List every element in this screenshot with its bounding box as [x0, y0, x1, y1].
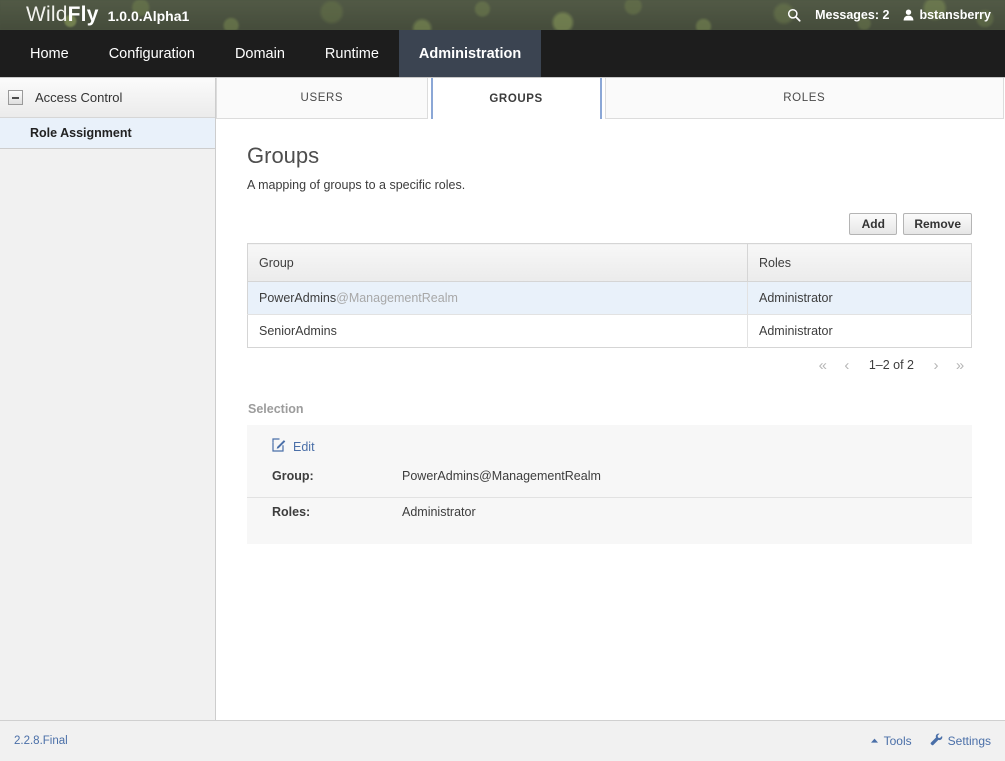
sidebar-section-label: Access Control — [35, 90, 122, 105]
brand-logo[interactable]: WildFly 1.0.0.Alpha1 — [0, 3, 189, 27]
settings-label: Settings — [948, 734, 991, 748]
cell-roles: Administrator — [748, 315, 972, 348]
table-toolbar: Add Remove — [247, 213, 972, 235]
table-body: PowerAdmins@ManagementRealm Administrato… — [248, 282, 972, 348]
content-area: USERS GROUPS ROLES Groups A mapping of g… — [216, 78, 1005, 720]
tab-bar: USERS GROUPS ROLES — [216, 78, 1005, 119]
top-header: WildFly 1.0.0.Alpha1 Messages: 2 — [0, 0, 1005, 30]
selection-title: Selection — [248, 402, 972, 416]
group-name-text: PowerAdmins — [259, 291, 336, 305]
main-navigation: Home Configuration Domain Runtime Admini… — [0, 30, 1005, 78]
footer: 2.2.8.Final Tools Settings — [0, 720, 1005, 761]
nav-item-configuration[interactable]: Configuration — [89, 30, 215, 77]
detail-label-group: Group: — [272, 469, 402, 483]
pagination-label: 1–2 of 2 — [861, 358, 922, 372]
footer-version-link[interactable]: 2.2.8.Final — [14, 735, 68, 747]
user-icon — [903, 9, 914, 21]
tools-label: Tools — [884, 734, 912, 748]
messages-button[interactable]: Messages: 2 — [815, 8, 889, 22]
pagination-last-button[interactable]: » — [950, 355, 970, 375]
table-row[interactable]: SeniorAdmins Administrator — [248, 315, 972, 348]
body-container: Access Control Role Assignment USERS GRO… — [0, 78, 1005, 720]
messages-label: Messages: 2 — [815, 8, 889, 22]
add-button[interactable]: Add — [849, 213, 897, 235]
detail-row-roles: Roles: Administrator — [247, 497, 972, 526]
remove-button[interactable]: Remove — [903, 213, 972, 235]
search-button[interactable] — [787, 8, 801, 22]
cell-group: SeniorAdmins — [248, 315, 748, 348]
triangle-up-icon — [870, 734, 879, 748]
username-label: bstansberry — [919, 8, 991, 22]
pagination-next-button[interactable]: › — [926, 355, 946, 375]
user-menu[interactable]: bstansberry — [903, 8, 991, 22]
groups-table: Group Roles PowerAdmins@ManagementRealm … — [247, 243, 972, 348]
cell-group: PowerAdmins@ManagementRealm — [248, 282, 748, 315]
tab-groups[interactable]: GROUPS — [431, 78, 602, 119]
nav-item-runtime[interactable]: Runtime — [305, 30, 399, 77]
pagination: « ‹ 1–2 of 2 › » — [247, 355, 972, 375]
nav-item-home[interactable]: Home — [10, 30, 89, 77]
edit-pencil-icon — [272, 438, 286, 455]
wrench-icon — [930, 733, 943, 749]
group-realm-text: @ManagementRealm — [336, 291, 458, 305]
group-name-text: SeniorAdmins — [259, 324, 337, 338]
cell-roles: Administrator — [748, 282, 972, 315]
detail-row-group: Group: PowerAdmins@ManagementRealm — [247, 462, 972, 490]
column-header-group[interactable]: Group — [248, 244, 748, 282]
settings-button[interactable]: Settings — [930, 733, 991, 749]
search-icon — [787, 8, 801, 22]
tab-roles[interactable]: ROLES — [605, 78, 1004, 119]
detail-value-group: PowerAdmins@ManagementRealm — [402, 469, 601, 483]
detail-value-roles: Administrator — [402, 505, 476, 519]
table-head: Group Roles — [248, 244, 972, 282]
sidebar-filler — [0, 149, 215, 720]
tab-users[interactable]: USERS — [216, 78, 428, 119]
nav-item-domain[interactable]: Domain — [215, 30, 305, 77]
header-actions: Messages: 2 bstansberry — [787, 8, 1005, 22]
sidebar: Access Control Role Assignment — [0, 78, 216, 720]
sidebar-submenu: Role Assignment — [0, 118, 215, 149]
groups-panel: Groups A mapping of groups to a specific… — [216, 119, 1005, 720]
page-title: Groups — [247, 143, 972, 169]
logo-version-text: 1.0.0.Alpha1 — [108, 8, 190, 24]
minus-box-icon[interactable] — [8, 90, 23, 105]
pagination-prev-button[interactable]: ‹ — [837, 355, 857, 375]
app-root: WildFly 1.0.0.Alpha1 Messages: 2 — [0, 0, 1005, 761]
page-description: A mapping of groups to a specific roles. — [247, 178, 972, 192]
nav-item-administration[interactable]: Administration — [399, 30, 541, 77]
sidebar-section-access-control[interactable]: Access Control — [0, 78, 215, 118]
logo-fly-text: Fly — [68, 3, 99, 27]
detail-label-roles: Roles: — [272, 505, 402, 519]
column-header-roles[interactable]: Roles — [748, 244, 972, 282]
pagination-first-button[interactable]: « — [813, 355, 833, 375]
sidebar-item-label: Role Assignment — [30, 126, 132, 140]
selection-panel: Edit Group: PowerAdmins@ManagementRealm … — [247, 425, 972, 544]
edit-button[interactable]: Edit — [272, 438, 315, 455]
footer-actions: Tools Settings — [870, 733, 991, 749]
table-header-row: Group Roles — [248, 244, 972, 282]
tools-button[interactable]: Tools — [870, 734, 912, 748]
logo-wild-text: Wild — [26, 3, 68, 27]
edit-label: Edit — [293, 440, 315, 454]
sidebar-item-role-assignment[interactable]: Role Assignment — [0, 118, 215, 148]
table-row[interactable]: PowerAdmins@ManagementRealm Administrato… — [248, 282, 972, 315]
